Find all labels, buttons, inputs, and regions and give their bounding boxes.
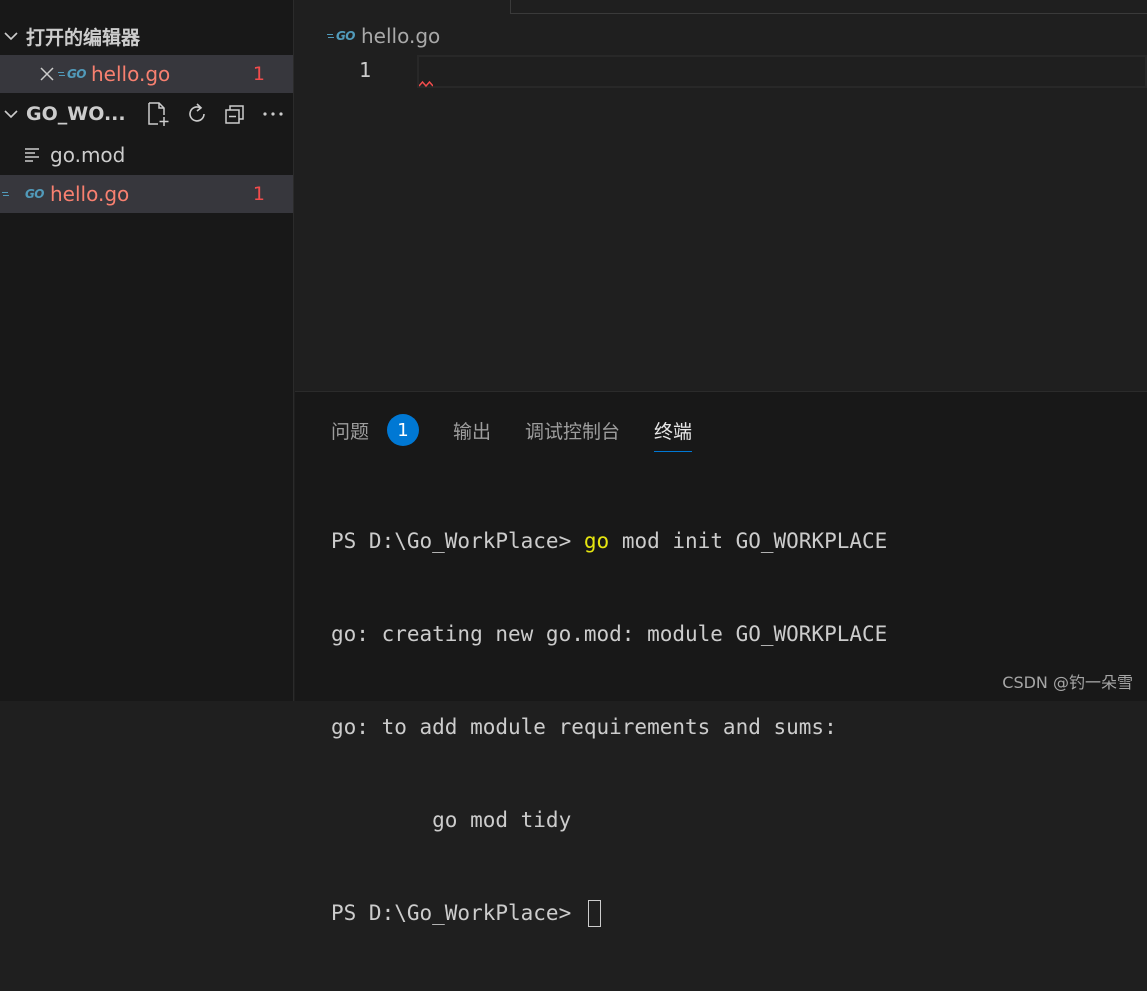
open-editor-item-hello-go[interactable]: GO hello.go 1 bbox=[0, 55, 293, 93]
file-name: go.mod bbox=[50, 143, 126, 167]
file-item-go-mod[interactable]: go.mod bbox=[0, 136, 293, 174]
terminal-line: go: creating new go.mod: module GO_WORKP… bbox=[331, 622, 888, 646]
current-line-highlight[interactable] bbox=[417, 55, 1147, 88]
terminal-line: go mod tidy bbox=[331, 808, 572, 832]
explorer-sidebar: 打开的编辑器 GO hello.go 1 GO_WO... go.mod GO … bbox=[0, 0, 294, 701]
editor-area[interactable]: GO hello.go 1 bbox=[295, 0, 1147, 391]
tab-strip bbox=[510, 0, 1147, 14]
panel-tabs: 问题 1 输出 调试控制台 终端 bbox=[331, 410, 726, 452]
watermark: CSDN @钓一朵雪 bbox=[1002, 673, 1133, 692]
more-actions-icon[interactable] bbox=[261, 102, 285, 126]
command-keyword: go bbox=[583, 529, 610, 553]
open-editors-header[interactable]: 打开的编辑器 bbox=[0, 17, 293, 55]
open-editor-filename: hello.go bbox=[91, 62, 171, 86]
go-file-icon: GO bbox=[325, 29, 356, 43]
chevron-down-icon bbox=[0, 28, 22, 44]
error-squiggle-icon bbox=[419, 80, 433, 88]
tab-terminal[interactable]: 终端 bbox=[654, 410, 693, 452]
tab-label: 输出 bbox=[453, 420, 492, 443]
terminal-line: PS D:\Go_WorkPlace> bbox=[331, 898, 887, 929]
command-args: mod init GO_WORKPLACE bbox=[609, 529, 888, 553]
terminal-line: PS D:\Go_WorkPlace> go mod init GO_WORKP… bbox=[331, 526, 887, 557]
collapse-all-icon[interactable] bbox=[223, 102, 247, 126]
go-file-icon: GO bbox=[0, 187, 45, 201]
tab-label: 问题 bbox=[331, 420, 370, 443]
problem-count: 1 bbox=[252, 183, 265, 205]
prompt: PS D:\Go_WorkPlace> bbox=[331, 901, 584, 925]
workspace-header[interactable]: GO_WO... bbox=[0, 95, 293, 133]
tab-output[interactable]: 输出 bbox=[453, 410, 491, 450]
go-file-icon: GO bbox=[56, 67, 87, 81]
terminal-cursor bbox=[587, 900, 601, 927]
file-name: hello.go bbox=[50, 182, 130, 206]
tab-problems[interactable]: 问题 1 bbox=[331, 410, 420, 450]
chevron-down-icon bbox=[0, 106, 22, 122]
workspace-title: GO_WO... bbox=[26, 103, 126, 125]
file-lines-icon bbox=[24, 146, 40, 164]
tab-debug-console[interactable]: 调试控制台 bbox=[525, 410, 620, 450]
problems-count-badge: 1 bbox=[387, 414, 420, 446]
tab-label: 终端 bbox=[654, 420, 693, 443]
prompt: PS D:\Go_WorkPlace> bbox=[331, 529, 584, 553]
line-number: 1 bbox=[358, 58, 371, 82]
refresh-icon[interactable] bbox=[185, 102, 209, 126]
file-item-hello-go[interactable]: GO hello.go 1 bbox=[0, 175, 293, 213]
terminal-output[interactable]: PS D:\Go_WorkPlace> go mod init GO_WORKP… bbox=[331, 464, 887, 991]
new-file-icon[interactable] bbox=[145, 101, 171, 127]
bottom-panel: 问题 1 输出 调试控制台 终端 PS D:\Go_WorkPlace> go … bbox=[295, 391, 1147, 927]
terminal-line: go: to add module requirements and sums: bbox=[331, 715, 837, 739]
breadcrumb-filename: hello.go bbox=[361, 24, 441, 48]
breadcrumb[interactable]: GO hello.go bbox=[325, 22, 440, 50]
problem-count: 1 bbox=[252, 63, 265, 85]
close-icon[interactable] bbox=[38, 66, 56, 82]
open-editors-title: 打开的编辑器 bbox=[26, 26, 141, 49]
tab-label: 调试控制台 bbox=[525, 420, 621, 443]
explorer-toolbar bbox=[145, 95, 285, 133]
